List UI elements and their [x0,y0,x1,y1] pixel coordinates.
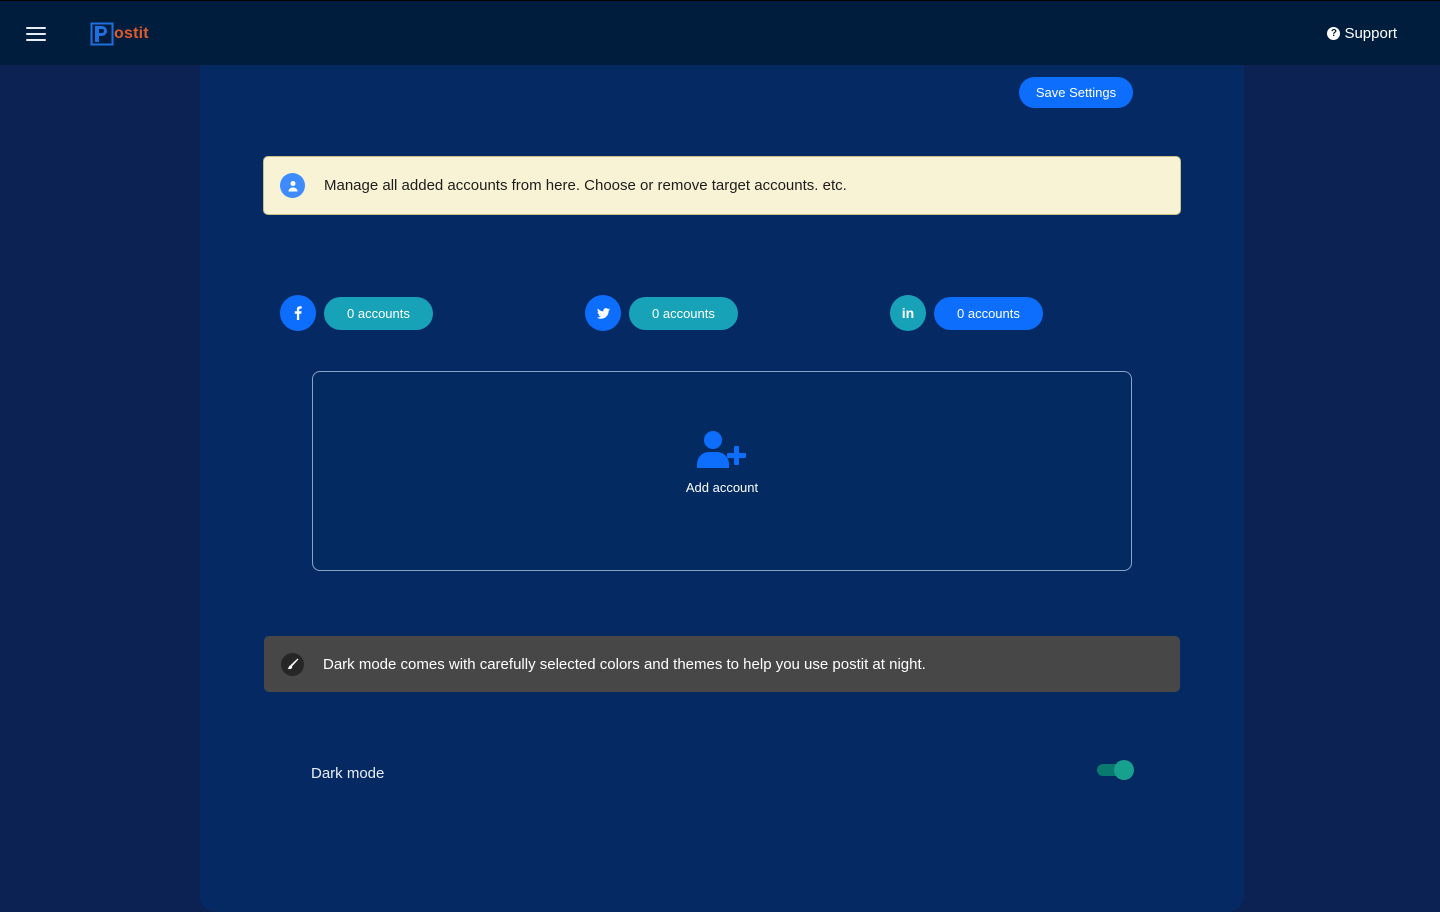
twitter-accounts-group: 0 accounts [585,295,738,331]
support-link[interactable]: ? Support [1327,25,1397,42]
top-navbar: ostit ? Support [0,0,1440,65]
add-account-label: Add account [685,480,759,495]
user-icon [280,173,305,198]
user-plus-icon [697,430,749,475]
dark-mode-info-text: Dark mode comes with carefully selected … [323,655,926,673]
linkedin-icon[interactable]: in [890,295,926,331]
hamburger-menu-icon[interactable] [26,27,46,41]
add-account-card[interactable]: Add account [312,371,1132,571]
facebook-accounts-group: 0 accounts [280,295,433,331]
dark-mode-toggle[interactable] [1097,760,1134,780]
question-circle-icon: ? [1327,27,1341,40]
linkedin-accounts-count[interactable]: 0 accounts [934,296,1043,330]
dark-mode-info-alert: Dark mode comes with carefully selected … [264,636,1180,692]
support-label: Support [1344,25,1397,42]
logo-mark-icon [90,22,114,46]
save-settings-button[interactable]: Save Settings [1019,77,1133,108]
facebook-icon[interactable] [280,295,316,331]
app-logo[interactable]: ostit [90,22,149,46]
twitter-accounts-count[interactable]: 0 accounts [629,296,738,330]
accounts-info-alert: Manage all added accounts from here. Cho… [263,156,1181,215]
linkedin-accounts-group: in 0 accounts [890,295,1043,331]
logo-text: ostit [114,25,149,42]
accounts-info-text: Manage all added accounts from here. Cho… [324,177,847,194]
dark-mode-label: Dark mode [311,765,385,782]
facebook-accounts-count[interactable]: 0 accounts [324,296,433,330]
paint-brush-icon [281,652,304,676]
twitter-icon[interactable] [585,295,621,331]
toggle-knob[interactable] [1114,760,1134,780]
settings-panel: Save Settings Manage all added accounts … [200,65,1244,912]
